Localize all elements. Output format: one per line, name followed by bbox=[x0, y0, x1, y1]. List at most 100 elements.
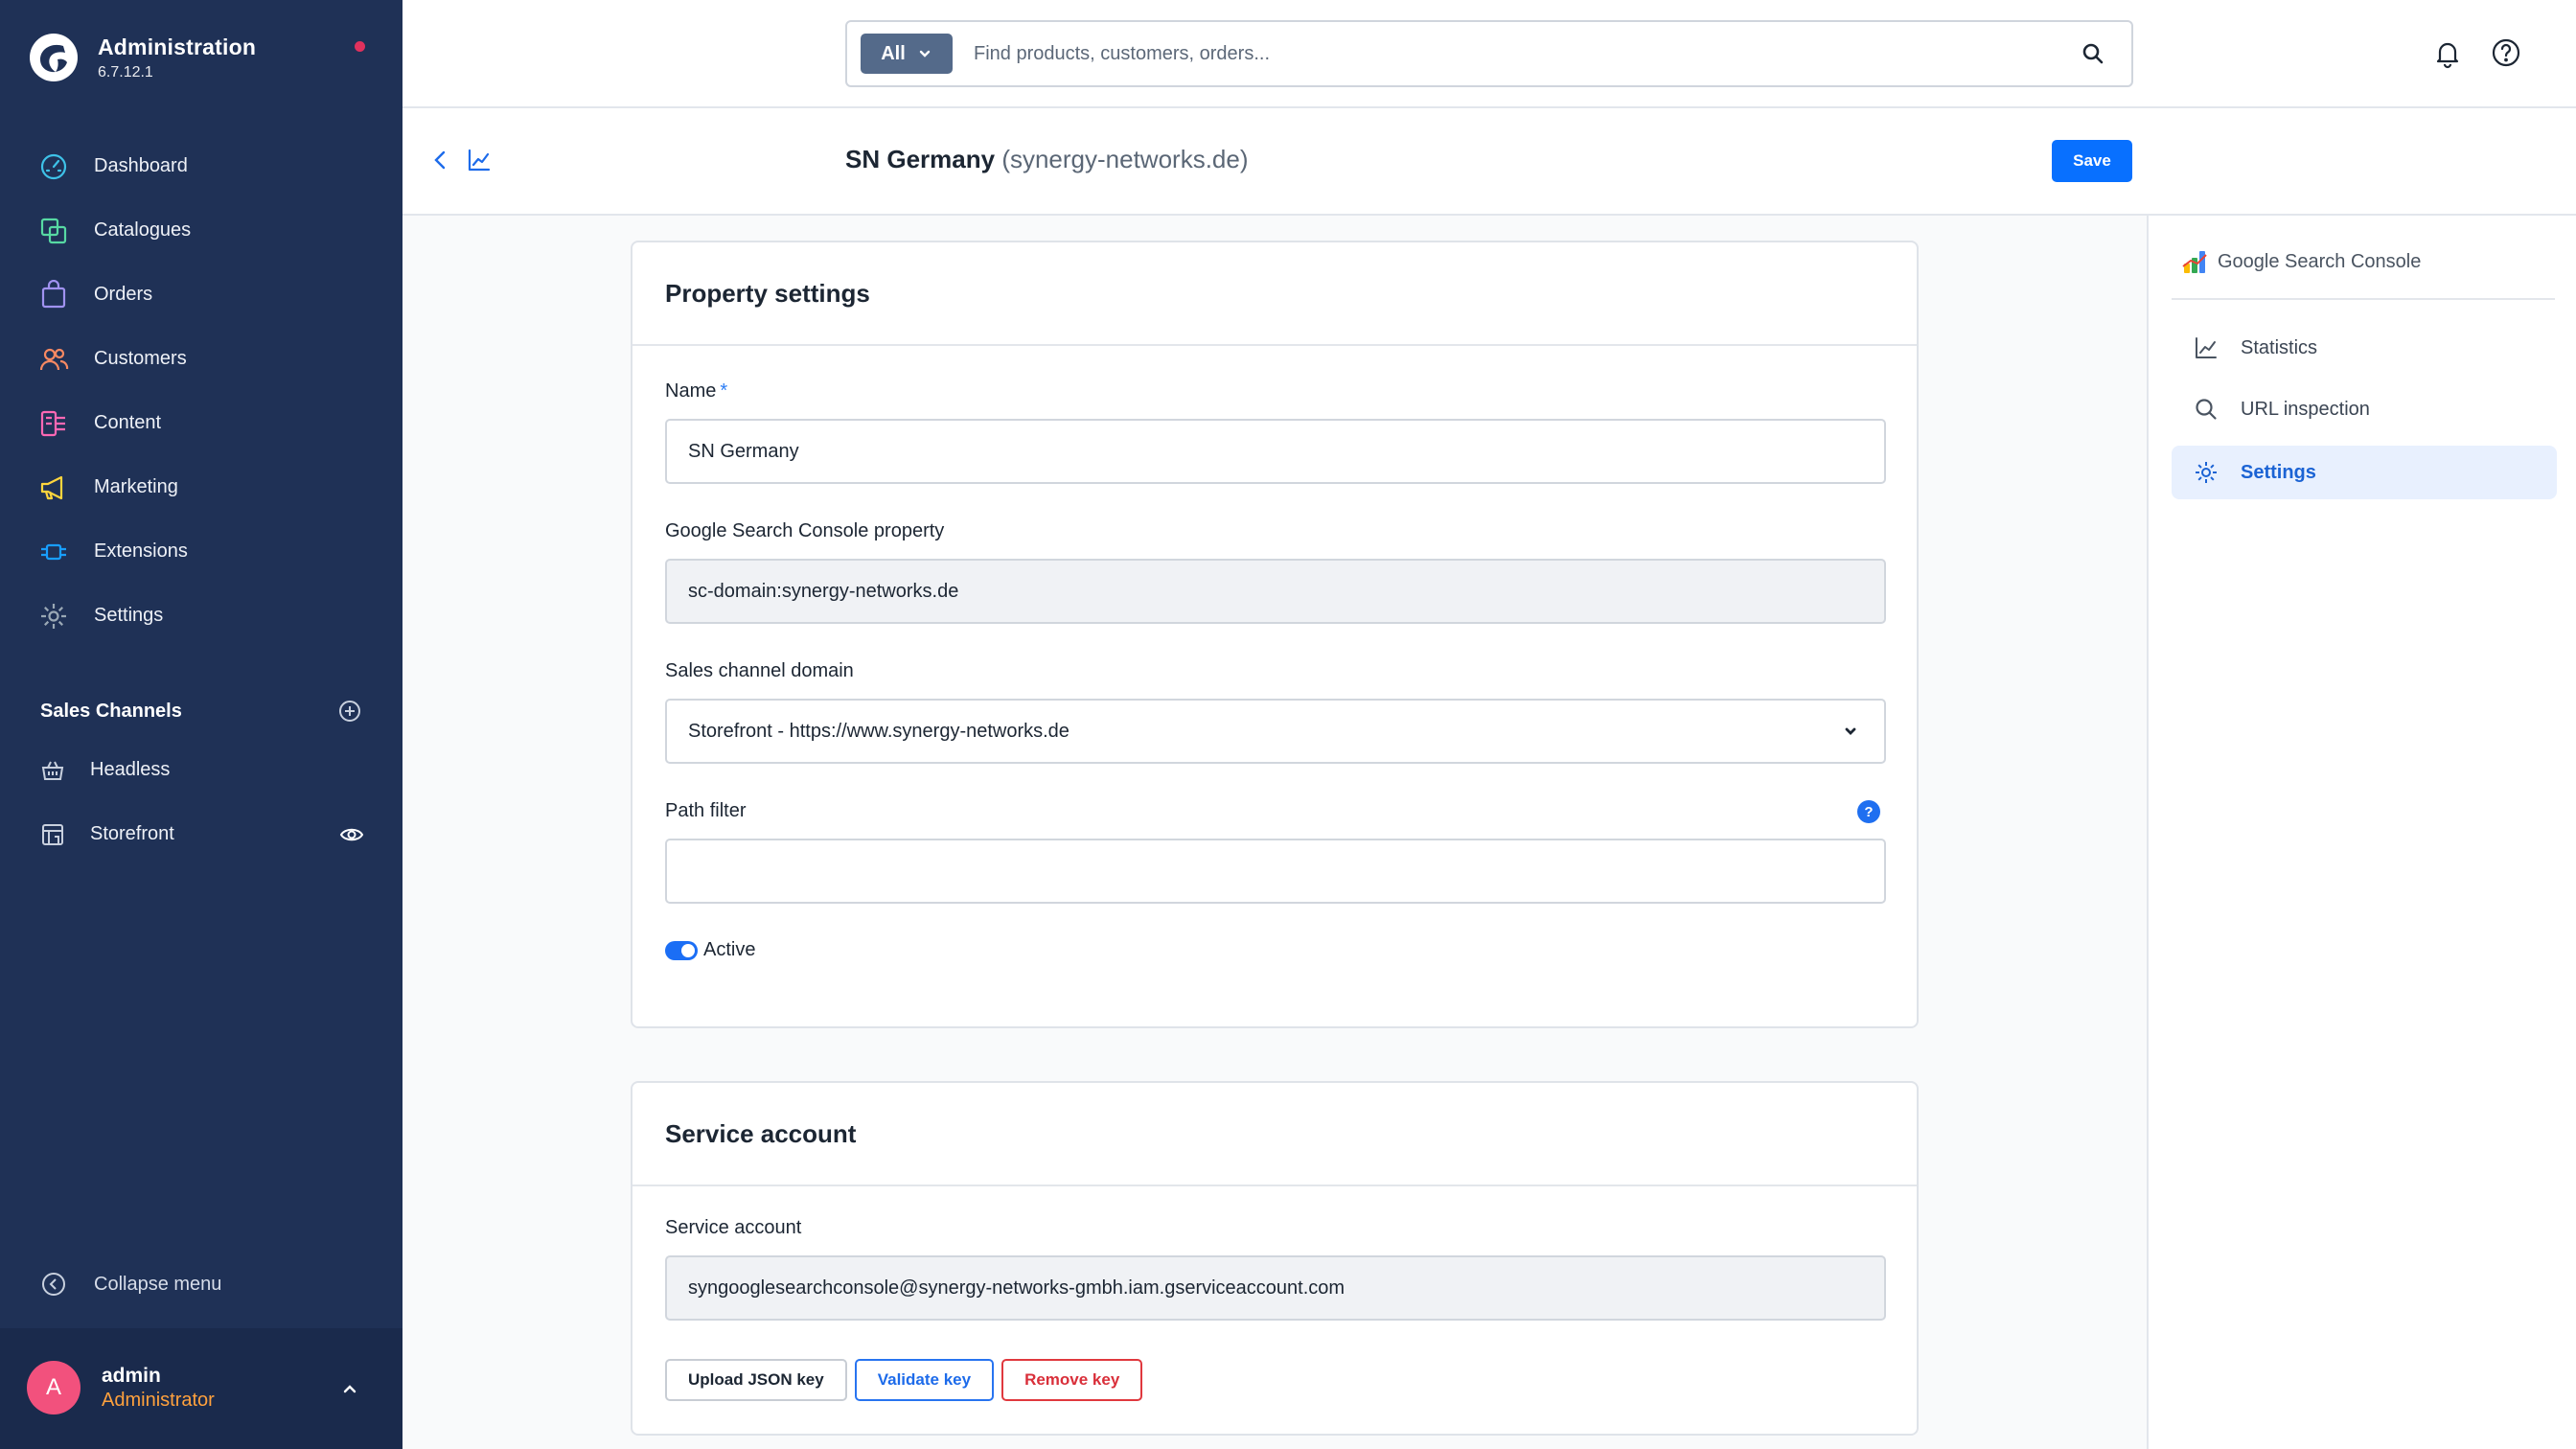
path-filter-label: Path filter bbox=[665, 800, 747, 821]
bag-icon bbox=[41, 279, 66, 308]
sales-channels-title: Sales Channels bbox=[40, 700, 182, 722]
users-icon bbox=[39, 348, 69, 370]
rp-item-label: Settings bbox=[2241, 461, 2316, 483]
sales-channel-domain-label: Sales channel domain bbox=[665, 660, 854, 681]
gsc-brand: Google Search Console bbox=[2181, 242, 2421, 281]
gear-icon bbox=[41, 603, 66, 629]
name-field: Name * SN Germany bbox=[665, 380, 1886, 484]
nav-item-extensions[interactable]: Extensions bbox=[0, 519, 402, 584]
gsc-logo-icon bbox=[2182, 251, 2207, 273]
rp-item-label: URL inspection bbox=[2241, 398, 2370, 420]
rp-item-url-inspection[interactable]: URL inspection bbox=[2172, 382, 2557, 436]
sales-channel-domain-value: Storefront - https://www.synergy-network… bbox=[688, 720, 1070, 742]
nav-label: Dashboard bbox=[94, 155, 188, 176]
nav-item-orders[interactable]: Orders bbox=[0, 263, 402, 327]
search-input[interactable] bbox=[974, 42, 2080, 65]
required-mark: * bbox=[720, 380, 728, 402]
user-menu[interactable]: A admin Administrator bbox=[0, 1328, 402, 1449]
rp-item-label: Statistics bbox=[2241, 336, 2318, 358]
chevron-down-icon bbox=[1845, 727, 1856, 735]
eye-icon[interactable] bbox=[339, 822, 364, 847]
search-type-label: All bbox=[881, 42, 906, 64]
rp-item-statistics[interactable]: Statistics bbox=[2172, 321, 2557, 375]
collapse-menu-label: Collapse menu bbox=[94, 1273, 222, 1295]
sales-channel-domain-field: Sales channel domain Storefront - https:… bbox=[665, 660, 1886, 764]
save-button[interactable]: Save bbox=[2052, 140, 2132, 182]
nav-item-content[interactable]: Content bbox=[0, 391, 402, 455]
content-icon bbox=[40, 410, 65, 436]
nav-label: Catalogues bbox=[94, 219, 192, 241]
service-account-card: Service account Service account syngoogl… bbox=[631, 1081, 1919, 1436]
nav-label: Customers bbox=[94, 348, 187, 369]
nav-item-customers[interactable]: Customers bbox=[0, 327, 402, 391]
user-name: admin bbox=[102, 1365, 161, 1387]
gear-icon bbox=[2196, 462, 2217, 483]
nav-item-marketing[interactable]: Marketing bbox=[0, 455, 402, 519]
page-title-main: SN Germany bbox=[845, 145, 996, 173]
page-title: SN Germany (synergy-networks.de) bbox=[845, 145, 1249, 174]
right-sidebar: Google Search Console Statistics URL ins… bbox=[2147, 216, 2576, 1449]
help-icon[interactable]: ? bbox=[1857, 800, 1880, 823]
nav-label: Content bbox=[94, 412, 162, 433]
search-type-dropdown[interactable]: All bbox=[861, 34, 953, 74]
gsc-property-input: sc-domain:synergy-networks.de bbox=[665, 559, 1886, 624]
search-icon[interactable] bbox=[2080, 40, 2106, 67]
active-toggle-row: Active bbox=[665, 939, 755, 961]
gsc-property-label: Google Search Console property bbox=[665, 520, 945, 541]
sales-channel-list: Headless Storefront bbox=[0, 738, 402, 866]
megaphone-icon bbox=[40, 475, 63, 499]
chevron-left-icon[interactable] bbox=[427, 147, 454, 173]
page-title-domain: (synergy-networks.de) bbox=[1001, 145, 1249, 173]
sales-channels-header: Sales Channels bbox=[40, 694, 362, 728]
storefront-icon bbox=[42, 823, 63, 845]
validate-key-button[interactable]: Validate key bbox=[854, 1359, 995, 1401]
search-icon bbox=[2196, 399, 2217, 420]
collapse-menu-button[interactable]: Collapse menu bbox=[40, 1267, 221, 1301]
chart-icon[interactable] bbox=[466, 147, 493, 173]
sales-channel-headless[interactable]: Headless bbox=[0, 738, 402, 802]
chart-icon bbox=[2196, 337, 2217, 358]
active-toggle[interactable] bbox=[665, 940, 698, 960]
name-input[interactable]: SN Germany bbox=[665, 419, 1886, 484]
service-account-label: Service account bbox=[665, 1217, 802, 1238]
sales-channel-label: Storefront bbox=[90, 823, 174, 844]
chevron-left-circle-icon bbox=[42, 1273, 65, 1296]
global-search: All bbox=[845, 20, 2133, 87]
rp-item-settings[interactable]: Settings bbox=[2172, 446, 2557, 499]
nav-item-settings[interactable]: Settings bbox=[0, 584, 402, 648]
property-settings-card: Property settings Name * SN Germany Googl… bbox=[631, 241, 1919, 1028]
shopware-logo-icon bbox=[30, 34, 78, 81]
service-account-actions: Upload JSON key Validate key Remove key bbox=[665, 1359, 1143, 1401]
notification-dot bbox=[355, 41, 365, 52]
sales-channel-domain-select[interactable]: Storefront - https://www.synergy-network… bbox=[665, 699, 1886, 764]
nav-label: Extensions bbox=[94, 540, 188, 562]
nav-label: Orders bbox=[94, 284, 153, 305]
remove-key-button[interactable]: Remove key bbox=[1001, 1359, 1143, 1401]
add-circle-icon[interactable] bbox=[337, 699, 362, 724]
sidebar: Administration 6.7.12.1 Dashboard Catalo… bbox=[0, 0, 402, 1449]
name-label: Name bbox=[665, 380, 717, 402]
app-version: 6.7.12.1 bbox=[98, 63, 153, 80]
plug-icon bbox=[41, 543, 66, 560]
brand[interactable]: Administration 6.7.12.1 bbox=[29, 29, 256, 86]
topbar: All bbox=[402, 0, 2576, 108]
chevron-up-icon[interactable] bbox=[337, 1376, 362, 1401]
upload-json-key-button[interactable]: Upload JSON key bbox=[665, 1359, 847, 1401]
gauge-icon bbox=[40, 153, 67, 179]
path-filter-input[interactable] bbox=[665, 839, 1886, 904]
basket-icon bbox=[41, 761, 64, 780]
bell-icon[interactable] bbox=[2432, 38, 2463, 69]
nav-item-catalogues[interactable]: Catalogues bbox=[0, 198, 402, 263]
property-settings-title: Property settings bbox=[632, 242, 1917, 346]
active-label: Active bbox=[703, 939, 756, 960]
path-filter-field: Path filter ? bbox=[665, 800, 1886, 904]
chevron-down-icon bbox=[919, 50, 930, 58]
user-role: Administrator bbox=[102, 1390, 215, 1411]
help-icon[interactable] bbox=[2490, 36, 2522, 69]
sales-channel-storefront[interactable]: Storefront bbox=[0, 802, 402, 866]
nav-item-dashboard[interactable]: Dashboard bbox=[0, 134, 402, 198]
divider bbox=[2172, 298, 2555, 300]
service-account-title: Service account bbox=[632, 1083, 1917, 1186]
service-account-field: Service account syngooglesearchconsole@s… bbox=[665, 1217, 1886, 1321]
page-header: SN Germany (synergy-networks.de) Save bbox=[402, 108, 2576, 216]
